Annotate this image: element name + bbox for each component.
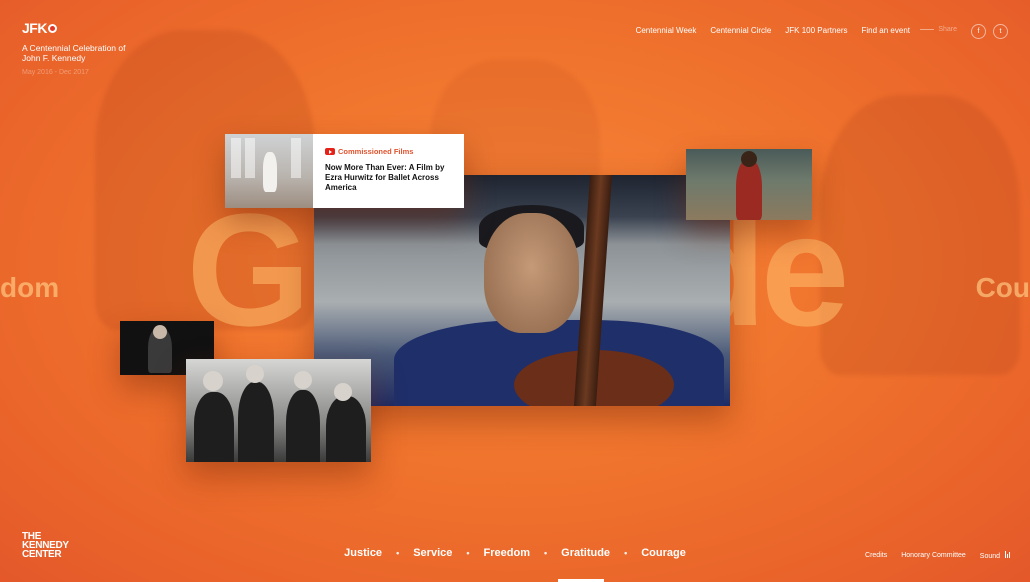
youtube-icon <box>325 148 335 155</box>
bw-person <box>326 396 366 462</box>
theme-gratitude[interactable]: Gratitude <box>561 547 610 559</box>
sound-bars-icon <box>1005 551 1010 558</box>
bw-person <box>286 390 320 462</box>
hero-next-word[interactable]: Cou <box>976 272 1030 304</box>
thumb-dancer <box>263 152 277 192</box>
film-title: Now More Than Ever: A Film by Ezra Hurwi… <box>325 163 445 192</box>
bw-person <box>238 382 274 462</box>
thumb-window <box>245 138 255 178</box>
photo-face <box>484 213 579 333</box>
film-thumbnail <box>225 134 313 208</box>
nav-jfk-100-partners[interactable]: JFK 100 Partners <box>785 26 847 35</box>
jackie-figure <box>736 159 762 220</box>
theme-separator: • <box>396 548 400 558</box>
nav-centennial-week[interactable]: Centennial Week <box>636 26 697 35</box>
photo-jacqueline-kennedy[interactable] <box>686 149 812 220</box>
theme-service[interactable]: Service <box>413 547 452 559</box>
bw-head <box>203 371 223 391</box>
thumb-window <box>231 138 241 178</box>
bw-person <box>194 392 234 462</box>
share-divider <box>920 29 935 30</box>
featured-photo-cellist[interactable] <box>314 175 730 406</box>
site-tagline: A Centennial Celebration of John F. Kenn… <box>22 43 126 63</box>
sound-label: Sound <box>979 553 1001 560</box>
footer-links: Credits Honorary Committee Sound <box>865 551 1010 560</box>
twitter-icon[interactable]: t <box>993 24 1008 39</box>
theme-justice[interactable]: Justice <box>344 547 382 559</box>
credits-link[interactable]: Credits <box>865 552 887 559</box>
honorary-committee-link[interactable]: Honorary Committee <box>901 552 966 559</box>
hero-prev-word[interactable]: dom <box>0 272 59 304</box>
theme-separator: • <box>544 548 548 558</box>
celebration-dates: May 2016 - Dec 2017 <box>22 69 89 76</box>
photo-kennedy-reception[interactable] <box>186 359 371 462</box>
film-category: Commissioned Films <box>325 147 455 156</box>
logo-text: JFK <box>22 20 47 36</box>
nav-find-an-event[interactable]: Find an event <box>862 26 910 35</box>
bw-head <box>334 383 352 401</box>
theme-separator: • <box>466 548 470 558</box>
bw-head <box>294 371 312 389</box>
nav-centennial-circle[interactable]: Centennial Circle <box>710 26 771 35</box>
share-label-group: Share <box>920 26 957 33</box>
top-nav: Centennial Week Centennial Circle JFK 10… <box>636 26 910 35</box>
theme-separator: • <box>624 548 628 558</box>
film-text: Commissioned Films Now More Than Ever: A… <box>325 147 455 193</box>
theme-freedom[interactable]: Freedom <box>484 547 530 559</box>
theme-courage[interactable]: Courage <box>641 547 686 559</box>
logo-dot-icon <box>47 23 57 33</box>
bw-head <box>246 365 264 383</box>
facebook-icon[interactable]: f <box>971 24 986 39</box>
share-label: Share <box>938 26 957 33</box>
sound-toggle[interactable]: Sound <box>980 551 1010 560</box>
twitter-glyph: t <box>999 28 1002 35</box>
conductor-head <box>153 325 167 339</box>
thumb-window <box>291 138 301 178</box>
facebook-glyph: f <box>977 28 980 35</box>
film-category-label: Commissioned Films <box>338 147 414 156</box>
jackie-head <box>741 151 757 167</box>
jfk-logo[interactable]: JFK <box>22 20 57 36</box>
commissioned-film-card[interactable]: Commissioned Films Now More Than Ever: A… <box>225 134 464 208</box>
